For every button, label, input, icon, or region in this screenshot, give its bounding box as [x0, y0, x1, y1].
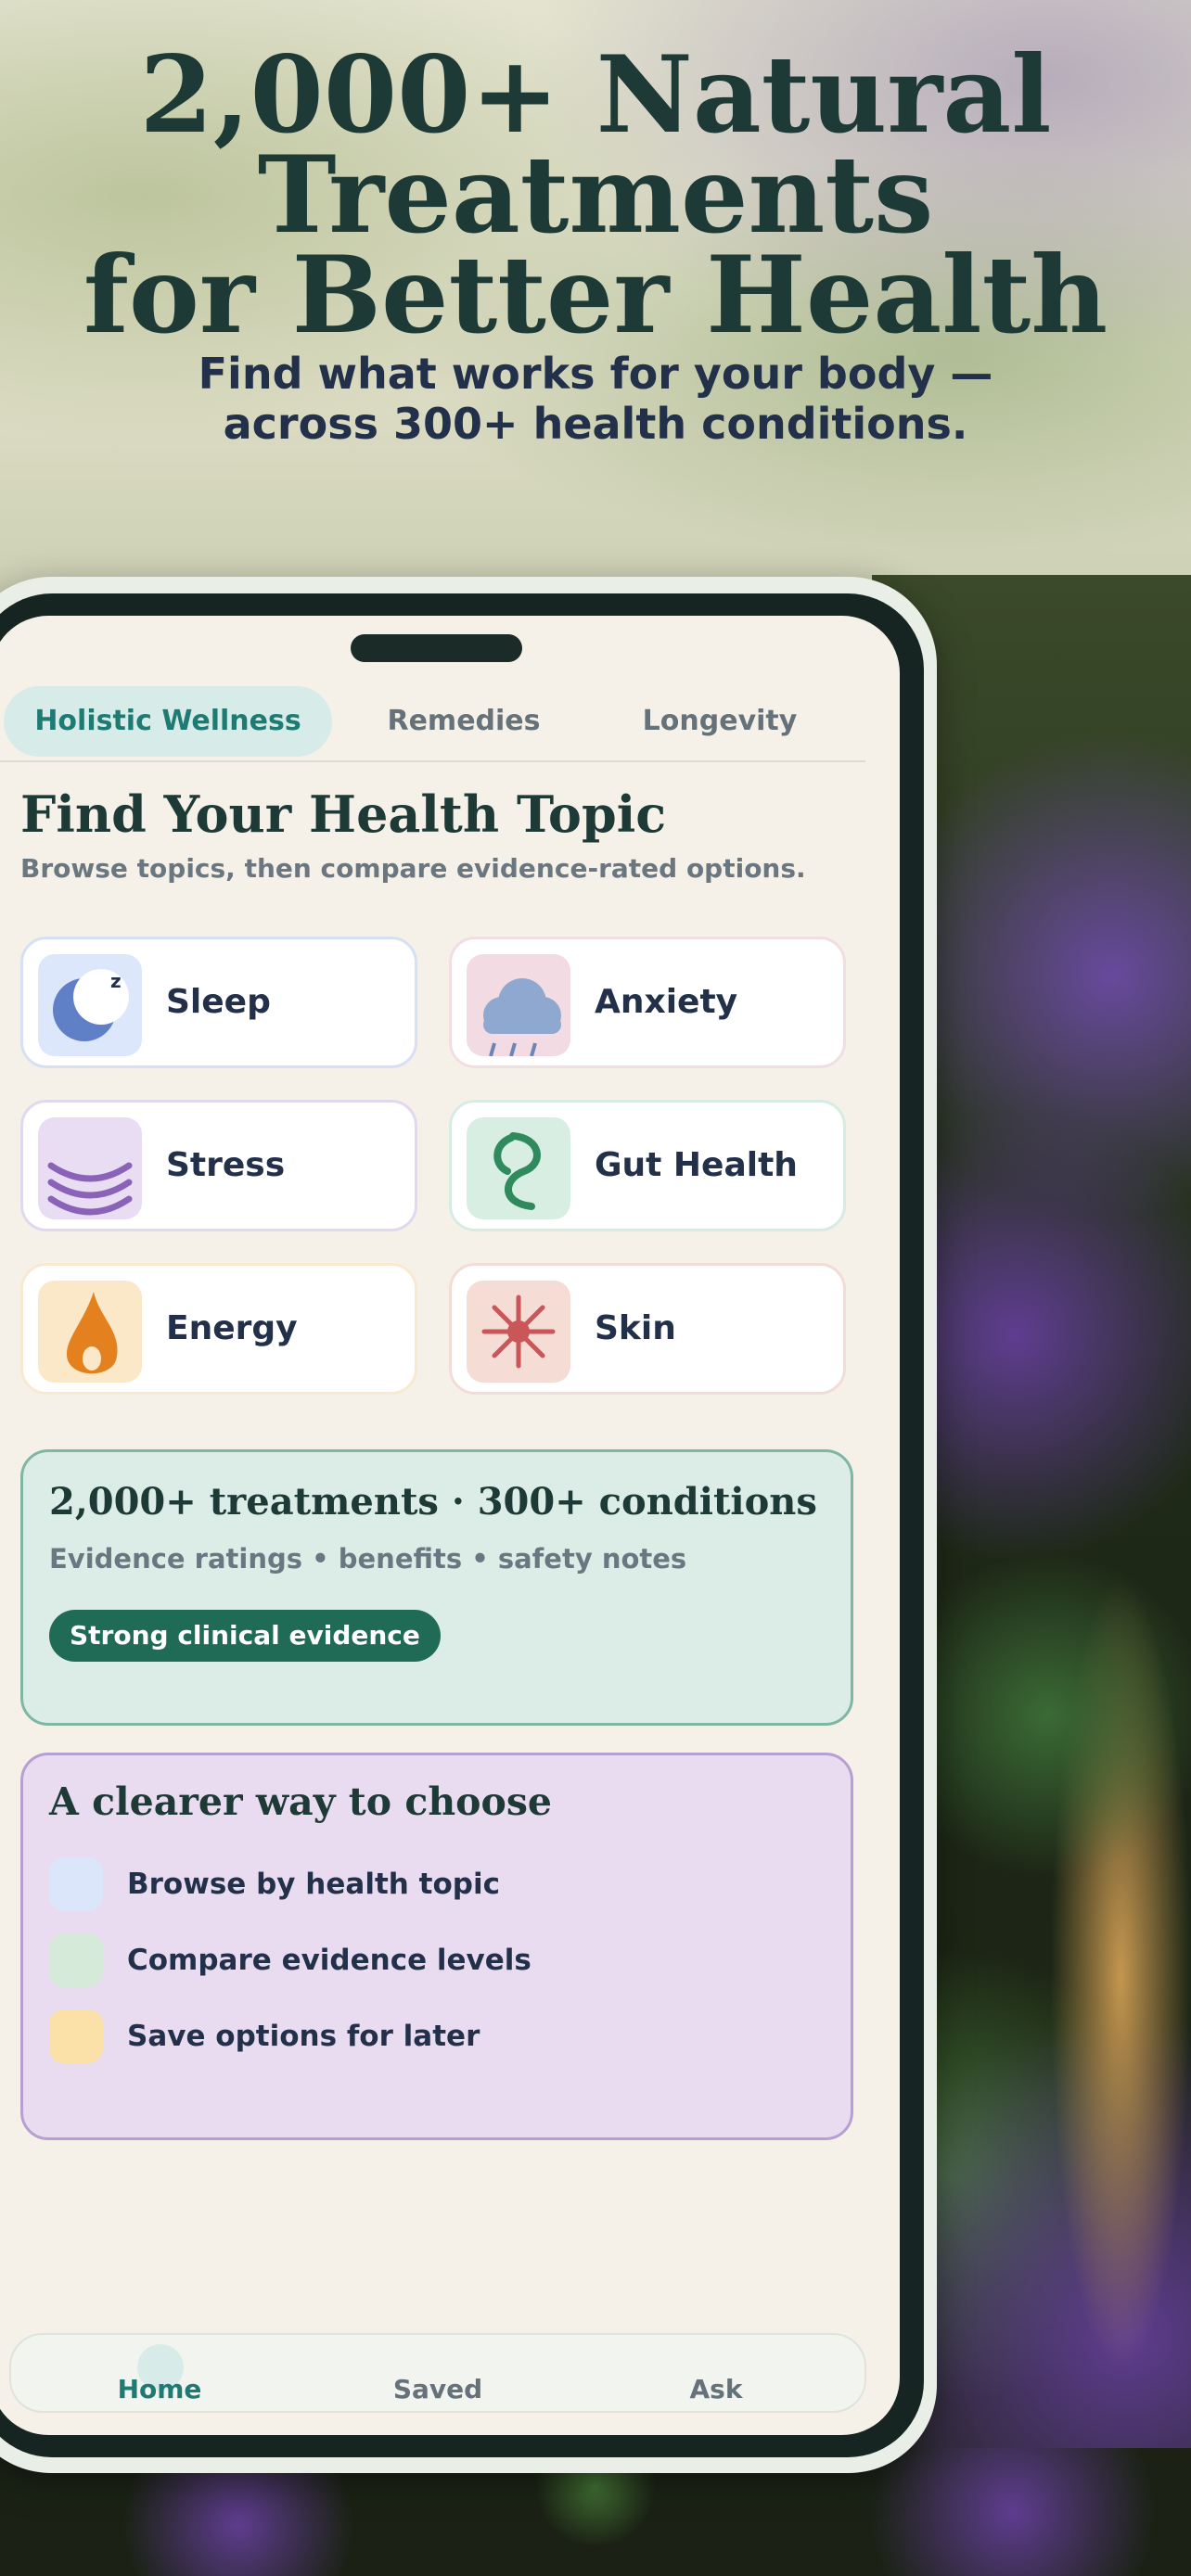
rain-cloud-icon	[467, 954, 570, 1057]
hero-subhead: Find what works for your body — across 3…	[0, 349, 1191, 449]
topic-label-skin: Skin	[595, 1309, 676, 1347]
topic-label-anxiety: Anxiety	[595, 983, 738, 1021]
gut-spiral-icon	[467, 1117, 570, 1219]
tab-remedies[interactable]: Remedies	[362, 686, 566, 757]
hero-headline: 2,000+ Natural Treatments for Better Hea…	[0, 42, 1191, 348]
headline-line-3: for Better Health	[83, 233, 1108, 357]
subhead-line-2: across 300+ health conditions.	[223, 399, 968, 449]
stats-subtitle: Evidence ratings • benefits • safety not…	[49, 1543, 687, 1575]
sparkle-icon	[467, 1281, 570, 1383]
compare-bullet-icon	[49, 1933, 103, 1987]
topic-card-gut-health[interactable]: Gut Health	[449, 1100, 846, 1231]
flame-icon	[38, 1281, 142, 1383]
subhead-line-1: Find what works for your body —	[198, 349, 993, 399]
topic-card-sleep[interactable]: z Sleep	[20, 937, 417, 1068]
phone-notch	[351, 634, 522, 662]
phone-screen: Holistic Wellness Remedies Longevity Fin…	[0, 616, 900, 2435]
topic-section-subtitle: Browse topics, then compare evidence-rat…	[20, 853, 806, 884]
choose-item-label: Compare evidence levels	[127, 1944, 531, 1977]
stats-title: 2,000+ treatments · 300+ conditions	[49, 1480, 817, 1524]
topic-card-skin[interactable]: Skin	[449, 1263, 846, 1395]
topic-label-sleep: Sleep	[166, 983, 271, 1021]
browse-bullet-icon	[49, 1857, 103, 1911]
choose-card: A clearer way to choose Browse by health…	[20, 1753, 853, 2140]
nav-home[interactable]: Home	[67, 2374, 252, 2404]
tab-longevity[interactable]: Longevity	[618, 686, 822, 757]
choose-title: A clearer way to choose	[49, 1779, 552, 1824]
choose-item-label: Browse by health topic	[127, 1868, 500, 1901]
choose-item-label: Save options for later	[127, 2020, 480, 2053]
svg-text:z: z	[110, 970, 122, 992]
nav-saved[interactable]: Saved	[345, 2374, 531, 2404]
topic-label-gut-health: Gut Health	[595, 1146, 798, 1184]
moon-icon: z	[38, 954, 142, 1056]
waves-icon	[38, 1117, 142, 1219]
topic-section-title: Find Your Health Topic	[20, 784, 667, 844]
tab-bar: Holistic Wellness Remedies Longevity	[0, 681, 865, 762]
stats-card: 2,000+ treatments · 300+ conditions Evid…	[20, 1449, 853, 1726]
topic-card-stress[interactable]: Stress	[20, 1100, 417, 1231]
evidence-badge: Strong clinical evidence	[49, 1610, 441, 1662]
nav-ask[interactable]: Ask	[623, 2374, 809, 2404]
topic-label-stress: Stress	[166, 1146, 286, 1184]
bottom-nav: Home Saved Ask	[9, 2333, 866, 2413]
topic-card-energy[interactable]: Energy	[20, 1263, 417, 1395]
save-bullet-icon	[49, 2009, 103, 2063]
tab-holistic-wellness[interactable]: Holistic Wellness	[4, 686, 332, 757]
topic-card-anxiety[interactable]: Anxiety	[449, 937, 846, 1068]
topic-label-energy: Energy	[166, 1309, 298, 1347]
